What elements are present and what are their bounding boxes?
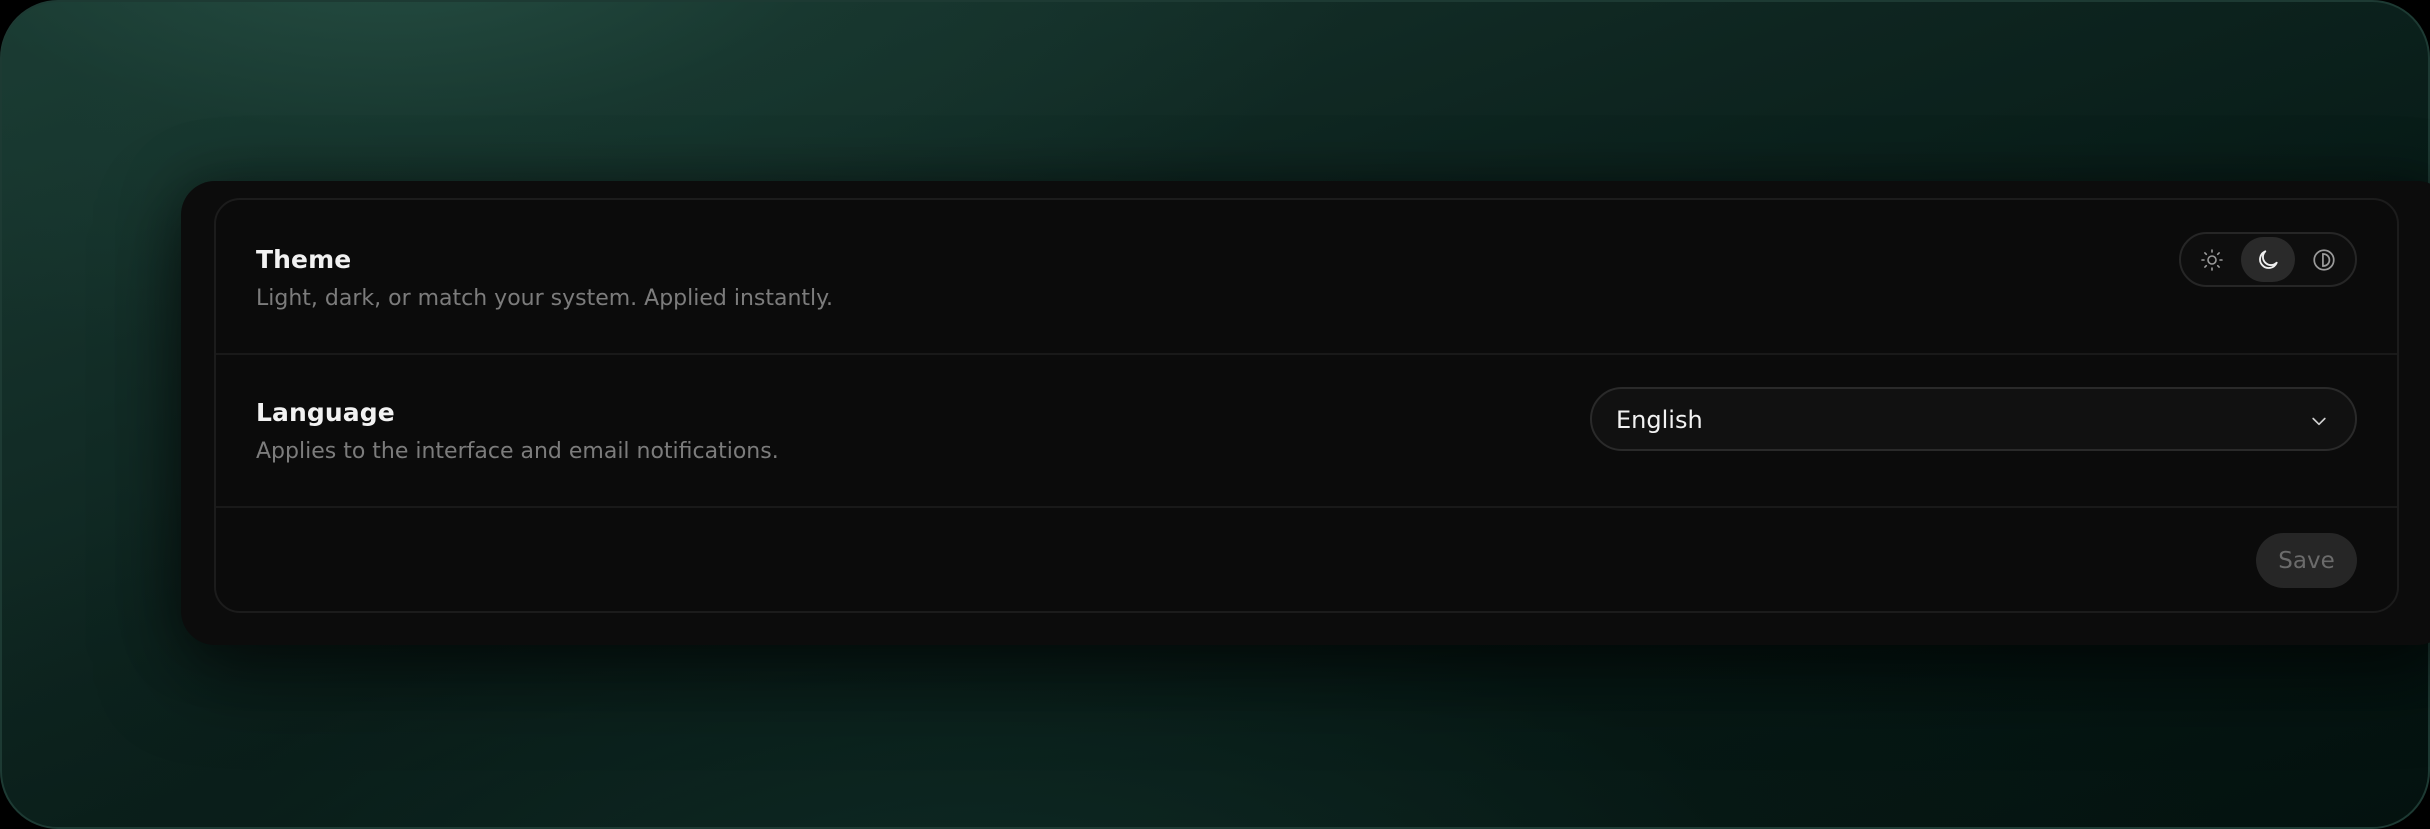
sun-icon: [2201, 248, 2223, 271]
language-title: Language: [256, 398, 395, 427]
theme-option-light[interactable]: [2185, 237, 2239, 282]
language-select[interactable]: English: [1590, 387, 2357, 451]
contrast-icon: [2313, 248, 2335, 271]
language-description: Applies to the interface and email notif…: [256, 439, 779, 464]
settings-card: Theme Light, dark, or match your system.…: [214, 198, 2399, 613]
theme-option-system[interactable]: [2297, 237, 2351, 282]
chevron-down-icon: [2312, 417, 2326, 426]
language-setting-row: Language Applies to the interface and em…: [216, 355, 2397, 508]
theme-setting-row: Theme Light, dark, or match your system.…: [216, 200, 2397, 355]
save-button[interactable]: Save: [2256, 533, 2357, 588]
theme-title: Theme: [256, 245, 352, 274]
settings-footer: Save: [216, 508, 2397, 613]
theme-toggle: [2179, 232, 2357, 287]
moon-icon: [2259, 249, 2278, 269]
theme-option-dark[interactable]: [2241, 237, 2295, 282]
language-select-value: English: [1616, 406, 1703, 434]
theme-description: Light, dark, or match your system. Appli…: [256, 286, 834, 311]
